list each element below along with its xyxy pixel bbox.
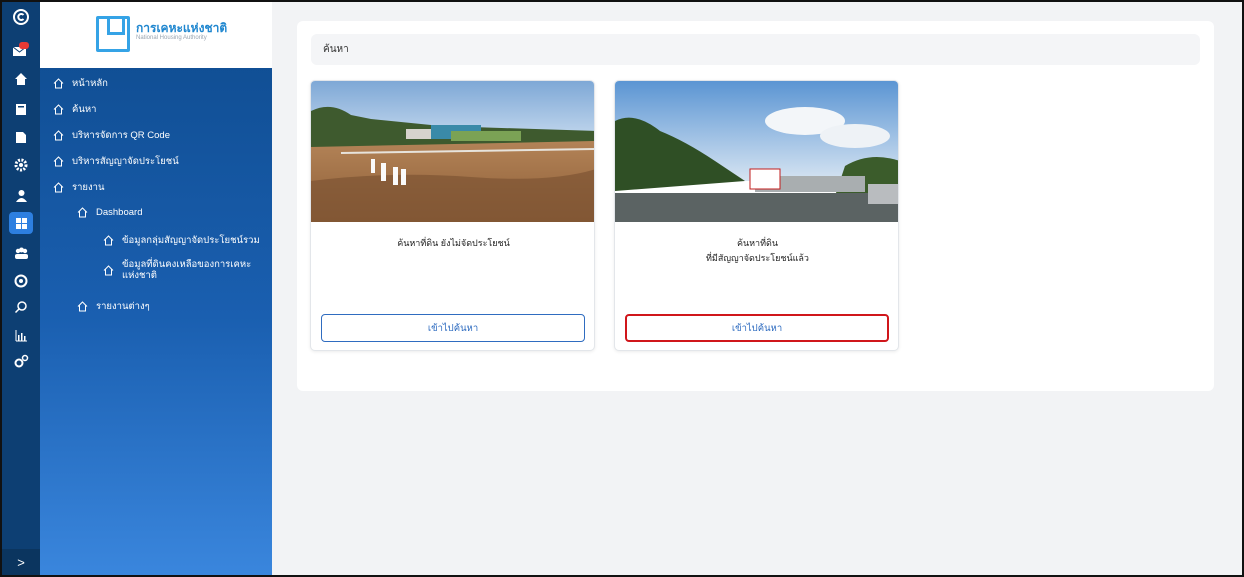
user-icon[interactable] [9, 184, 33, 206]
nha-logo-icon [96, 16, 130, 52]
sidebar-item-contract-groups[interactable]: ข้อมูลกลุ่มสัญญาจัดประโยชน์รวม [102, 233, 260, 248]
home-outline-icon [76, 206, 88, 218]
document-icon[interactable] [9, 126, 33, 148]
mail-notification-icon[interactable] [9, 38, 33, 60]
sidebar-item-label: Dashboard [96, 206, 143, 218]
sidebar-item-label: ข้อมูลกลุ่มสัญญาจัดประโยชน์รวม [122, 235, 260, 246]
gear-icon[interactable] [9, 154, 33, 176]
search-card-leased-land: ค้นหาที่ดิน ที่มีสัญญาจัดประโยชน์แล้ว เข… [614, 80, 899, 351]
home-outline-icon [76, 301, 88, 313]
bar-chart-icon[interactable] [9, 324, 33, 346]
logo-title-en: National Housing Authority [136, 35, 207, 41]
home-icon[interactable] [9, 68, 33, 90]
sidebar-item-label: บริหารสัญญาจัดประโยชน์ [72, 156, 179, 167]
go-search-button[interactable]: เข้าไปค้นหา [625, 314, 889, 342]
sidebar-item-label: ค้นหา [72, 104, 97, 115]
card-title-line1: ค้นหาที่ดิน [736, 238, 779, 248]
sidebar-item-misc-reports[interactable]: รายงานต่างๆ [76, 299, 150, 314]
settings-cog-icon[interactable] [9, 270, 33, 292]
icon-rail: > [2, 2, 40, 575]
sidebar-item-search[interactable]: ค้นหา [52, 102, 96, 117]
sidebar-item-label: รายงาน [72, 182, 105, 193]
book-icon[interactable] [9, 98, 33, 120]
empty-land-photo [311, 81, 594, 222]
sidebar: การเคหะแห่งชาติ National Housing Authori… [40, 2, 272, 575]
logo[interactable]: การเคหะแห่งชาติ National Housing Authori… [40, 2, 272, 68]
search-card-unleased-land: ค้นหาที่ดิน ยังไม่จัดประโยชน์ เข้าไปค้นห… [310, 80, 595, 351]
sidebar-item-home[interactable]: หน้าหลัก [52, 76, 108, 91]
go-search-button[interactable]: เข้าไปค้นหา [321, 314, 585, 342]
card-title: ค้นหาที่ดิน ที่มีสัญญาจัดประโยชน์แล้ว [615, 236, 898, 266]
home-outline-icon [52, 104, 64, 116]
sidebar-item-qr-code[interactable]: บริหารจัดการ QR Code [52, 128, 170, 143]
sidebar-item-label: บริหารจัดการ QR Code [72, 130, 170, 141]
sidebar-item-contracts[interactable]: บริหารสัญญาจัดประโยชน์ [52, 154, 179, 169]
sidebar-item-dashboard[interactable]: Dashboard [76, 206, 142, 218]
leased-land-photo [615, 81, 898, 222]
copyright-logo-icon[interactable] [9, 6, 33, 28]
sidebar-item-label: ข้อมูลที่ดินคงเหลือของการเคหะแห่งชาติ [122, 259, 252, 281]
home-outline-icon [52, 156, 64, 168]
expand-sidebar-button[interactable]: > [2, 549, 40, 575]
home-outline-icon [52, 182, 64, 194]
search-panel: ค้นหา ค้นหาที่ดิน ยังไม่จัดประโยชน์ เข้า… [297, 21, 1214, 391]
main-content: ค้นหา ค้นหาที่ดิน ยังไม่จัดประโยชน์ เข้า… [272, 2, 1242, 575]
dashboard-icon[interactable] [9, 212, 33, 234]
search-icon[interactable] [9, 296, 33, 318]
sidebar-item-reports[interactable]: รายงาน [52, 180, 104, 195]
home-outline-icon [102, 235, 114, 247]
sidebar-item-label: หน้าหลัก [72, 78, 108, 89]
cogs-icon[interactable] [9, 350, 33, 372]
sidebar-item-label: รายงานต่างๆ [96, 301, 150, 312]
home-outline-icon [102, 264, 114, 276]
sidebar-item-remaining-land[interactable]: ข้อมูลที่ดินคงเหลือของการเคหะแห่งชาติ [102, 259, 264, 281]
card-title-line2: ที่มีสัญญาจัดประโยชน์แล้ว [706, 253, 809, 263]
users-group-icon[interactable] [9, 242, 33, 264]
page-title: ค้นหา [311, 34, 1200, 65]
card-title-line1: ค้นหาที่ดิน ยังไม่จัดประโยชน์ [397, 238, 510, 248]
card-title: ค้นหาที่ดิน ยังไม่จัดประโยชน์ [311, 236, 594, 251]
home-outline-icon [52, 130, 64, 142]
home-outline-icon [52, 78, 64, 90]
